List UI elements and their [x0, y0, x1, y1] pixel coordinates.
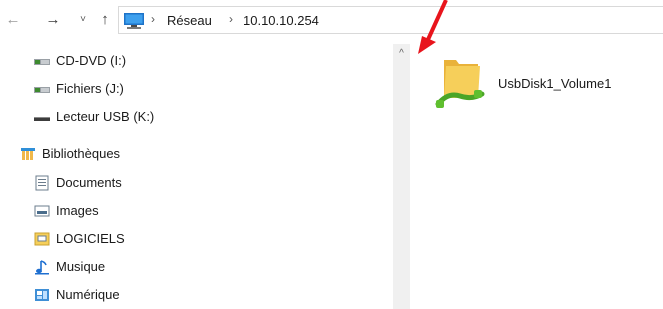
tree-item-label: Fichiers (J:): [56, 81, 124, 96]
navigation-pane: CD-DVD (I:) Fichiers (J:) Lecteur USB (K…: [0, 44, 393, 309]
tree-item-label: Documents: [56, 175, 122, 190]
scroll-up-icon[interactable]: ^: [393, 48, 410, 59]
tree-item-label: Numérique: [56, 287, 120, 302]
tree-item-label: CD-DVD (I:): [56, 53, 127, 68]
share-item-label: UsbDisk1_Volume1: [498, 76, 612, 91]
network-location-icon: [124, 13, 144, 29]
images-icon: [34, 205, 50, 217]
tree-item-label: Bibliothèques: [42, 146, 121, 161]
tree-item-label: Lecteur USB (K:): [56, 109, 155, 124]
breadcrumb-host[interactable]: 10.10.10.254: [243, 13, 319, 28]
numerique-icon: [35, 289, 49, 301]
tree-item-label: Musique: [56, 259, 106, 274]
usb-drive-icon: [34, 117, 50, 121]
content-pane: UsbDisk1_Volume1: [410, 44, 663, 309]
recent-locations-button[interactable]: ˅: [74, 10, 92, 30]
libraries-icon: [21, 148, 35, 160]
network-drive-icon: [34, 87, 50, 93]
back-button[interactable]: ←: [4, 10, 22, 30]
forward-button[interactable]: →: [44, 10, 62, 30]
network-share-folder-icon: [435, 60, 485, 108]
tree-item-label: LOGICIELS: [56, 231, 125, 246]
navigation-pane-scrollbar[interactable]: ^: [393, 44, 410, 309]
up-button[interactable]: ↑: [96, 10, 114, 30]
tree-item-label: Images: [56, 203, 99, 218]
breadcrumb-separator[interactable]: ›: [229, 12, 233, 26]
documents-icon: [35, 175, 49, 191]
annotation-arrow-icon: [418, 0, 448, 54]
music-icon: [35, 260, 49, 275]
share-item-usbdisk1-volume1[interactable]: UsbDisk1_Volume1: [434, 54, 654, 114]
library-folder-icon: [34, 232, 50, 246]
breadcrumb-separator[interactable]: ›: [151, 12, 155, 26]
address-bar[interactable]: › Réseau › 10.10.10.254: [118, 6, 663, 34]
network-drive-icon: [34, 59, 50, 65]
breadcrumb-reseau[interactable]: Réseau: [167, 13, 212, 28]
navigation-bar: ← → ˅ ↑ › Réseau › 10.10.10.254: [0, 0, 663, 40]
